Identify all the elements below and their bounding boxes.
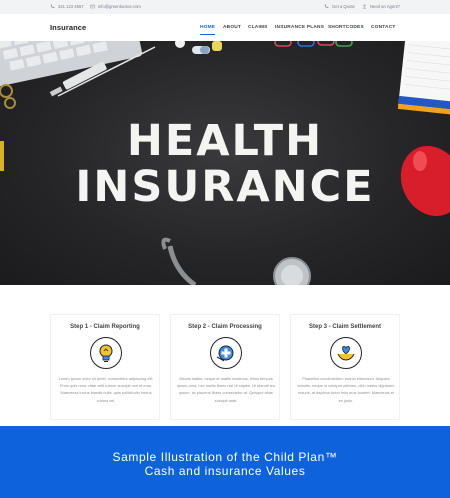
step-card-claim-settlement: Step 3 - Claim Settlement Phasellus cond… bbox=[290, 314, 400, 420]
phone-info[interactable]: 321 123 4567 bbox=[50, 4, 84, 9]
nav-item-contact[interactable]: CONTACT bbox=[371, 25, 396, 30]
child-plan-banner: Sample Illustration of the Child Plan™ C… bbox=[0, 426, 450, 498]
active-nav-indicator bbox=[200, 34, 215, 35]
step-icon-circle bbox=[330, 337, 362, 369]
step-description: Phasellus condimentum lacinia bibendum. … bbox=[297, 376, 395, 403]
step-title: Step 3 - Claim Settlement bbox=[308, 324, 382, 330]
phone-icon bbox=[50, 4, 55, 9]
email-info[interactable]: info@greenlucsoe.com bbox=[90, 4, 141, 9]
notebook-illustration bbox=[397, 41, 450, 116]
step-icon-circle bbox=[210, 337, 242, 369]
hero-title-line-1: HEALTH bbox=[126, 116, 324, 166]
nav-item-claims[interactable]: CLAIMS bbox=[248, 25, 268, 30]
nav-item-about[interactable]: ABOUT bbox=[223, 25, 241, 30]
nav-item-shortcodes[interactable]: SHORTCODES bbox=[328, 25, 364, 30]
phone-number: 321 123 4567 bbox=[58, 4, 84, 9]
get-quote-link[interactable]: Get a Quote bbox=[324, 4, 355, 9]
envelope-icon bbox=[90, 4, 95, 9]
lightbulb-icon bbox=[99, 344, 113, 362]
banner-title-line-2: Cash and insurance Values bbox=[144, 464, 306, 478]
step-title: Step 2 - Claim Processing bbox=[188, 324, 262, 330]
pills-illustration bbox=[175, 41, 222, 54]
step-description: Mauris mattis, neque et mattis maximus, … bbox=[177, 376, 275, 403]
step-icon-circle bbox=[90, 337, 122, 369]
banner-title-line-1: Sample Illustration of the Child Plan™ bbox=[112, 450, 338, 464]
step-card-claim-reporting: Step 1 - Claim Reporting Lorem ipsum dol… bbox=[50, 314, 160, 420]
top-utility-bar: 321 123 4567 info@greenlucsoe.com Get a … bbox=[0, 0, 450, 14]
hero-title-line-2: INSURANCE bbox=[75, 162, 375, 212]
medical-cross-icon bbox=[216, 345, 234, 362]
phone-icon bbox=[324, 4, 329, 9]
get-quote-label: Get a Quote bbox=[332, 4, 355, 9]
nav-item-home[interactable]: HOME bbox=[200, 25, 215, 30]
stethoscope-illustration bbox=[161, 237, 311, 285]
user-icon bbox=[362, 4, 367, 9]
need-agent-label: Need an Agent? bbox=[370, 4, 401, 9]
site-logo[interactable]: Insurance bbox=[50, 23, 86, 32]
step-card-claim-processing: Step 2 - Claim Processing Mauris mattis,… bbox=[170, 314, 280, 420]
claim-steps-section: Step 1 - Claim Reporting Lorem ipsum dol… bbox=[50, 314, 400, 420]
step-description: Lorem ipsum dolor sit amet, consectetur … bbox=[58, 376, 154, 403]
step-title: Step 1 - Claim Reporting bbox=[70, 324, 140, 330]
heart-hands-icon bbox=[337, 346, 355, 361]
need-agent-link[interactable]: Need an Agent? bbox=[362, 4, 400, 9]
email-address: info@greenlucsoe.com bbox=[98, 4, 141, 9]
hero-banner: HEALTH INSURANCE bbox=[0, 41, 450, 285]
main-navigation: Insurance HOME ABOUT CLAIMS INSURANCE PL… bbox=[0, 14, 450, 42]
nav-item-insurance-plans[interactable]: INSURANCE PLANS bbox=[275, 25, 324, 30]
paperclips-illustration bbox=[274, 41, 353, 47]
